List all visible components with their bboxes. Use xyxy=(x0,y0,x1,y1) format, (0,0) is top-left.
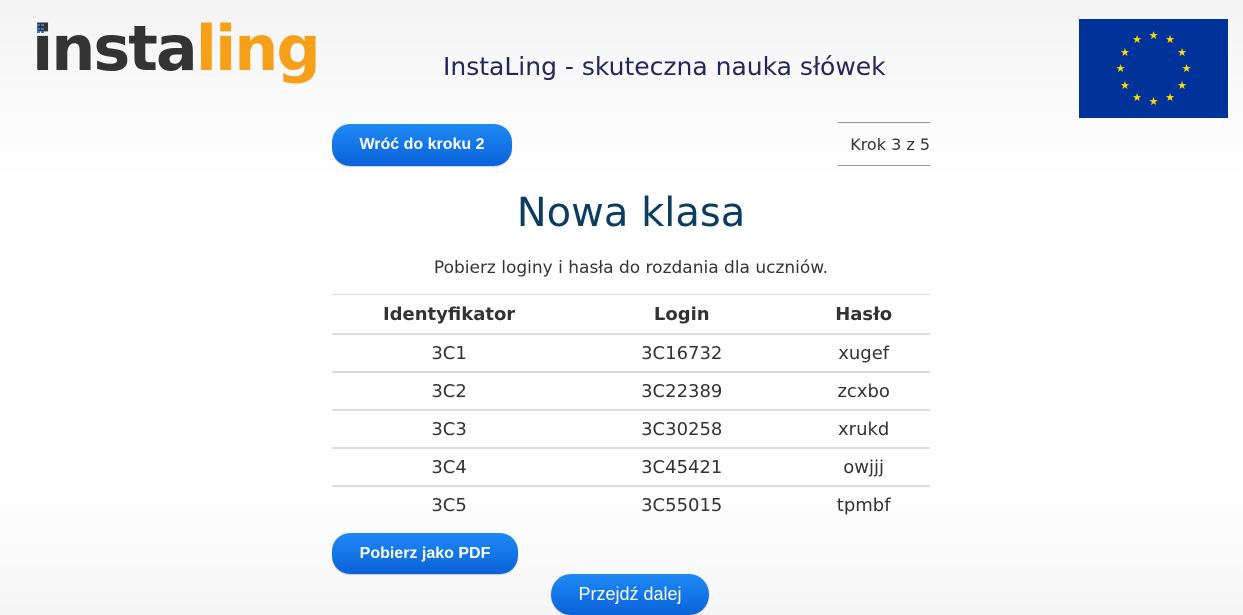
eu-star-icon: ★ xyxy=(1165,90,1175,104)
logo-text-ling: ling xyxy=(195,12,321,85)
table-row: 3C1 3C16732 xugef xyxy=(332,334,930,373)
table-row: 3C5 3C55015 tpmbf xyxy=(332,486,930,523)
eu-star-icon: ★ xyxy=(1148,29,1159,42)
eu-star-icon: ★ xyxy=(1148,95,1159,108)
page-subtitle: Pobierz loginy i hasła do rozdania dla u… xyxy=(433,258,829,278)
tagline: InstaLing - skuteczna nauka słówek xyxy=(443,52,886,81)
eu-star-icon: ★ xyxy=(1177,45,1188,59)
cell-password: tpmbf xyxy=(836,494,891,516)
logo-dots-icon xyxy=(37,24,44,34)
step-indicator: Krok 3 z 5 xyxy=(838,122,930,166)
cell-identifier: 3C1 xyxy=(332,334,567,373)
eu-star-icon: ★ xyxy=(1115,62,1126,75)
cell-identifier: 3C2 xyxy=(332,372,567,411)
cell-identifier: 3C5 xyxy=(431,494,467,516)
eu-star-icon: ★ xyxy=(1132,90,1142,104)
column-header-login: Login xyxy=(566,294,798,335)
eu-star-icon: ★ xyxy=(1181,62,1192,75)
cell-login: 3C45421 xyxy=(566,448,798,487)
continue-button[interactable]: Przejdź dalej xyxy=(551,574,709,615)
cell-login: 3C16732 xyxy=(566,334,798,373)
table-row: 3C4 3C45421 owjjj xyxy=(332,448,930,487)
eu-flag-icon: ★ ★ ★ ★ ★ ★ ★ ★ ★ ★ ★ ★ xyxy=(1079,19,1228,118)
cell-password: xugef xyxy=(797,334,930,373)
logo[interactable]: instaling xyxy=(32,18,321,80)
table-row: 3C2 3C22389 zcxbo xyxy=(332,372,930,411)
back-to-step-2-button[interactable]: Wróć do kroku 2 xyxy=(332,124,512,166)
page-title: Nowa klasa xyxy=(516,190,746,236)
eu-star-icon: ★ xyxy=(1177,78,1188,92)
download-pdf-button[interactable]: Pobierz jako PDF xyxy=(332,533,518,574)
cell-password: xrukd xyxy=(797,410,930,449)
cell-password: zcxbo xyxy=(797,372,930,411)
eu-star-icon: ★ xyxy=(1119,45,1130,59)
cell-login: 3C30258 xyxy=(566,410,798,449)
cell-identifier: 3C3 xyxy=(332,410,567,449)
table-header-row: Identyfikator Login Hasło xyxy=(332,294,930,335)
cell-login: 3C55015 xyxy=(641,494,723,516)
credentials-table: Identyfikator Login Hasło 3C1 3C16732 xu… xyxy=(332,294,930,523)
eu-star-icon: ★ xyxy=(1132,33,1142,47)
cell-identifier: 3C4 xyxy=(332,448,567,487)
cell-login: 3C22389 xyxy=(566,372,798,411)
table-row: 3C3 3C30258 xrukd xyxy=(332,410,930,449)
column-header-identifier: Identyfikator xyxy=(332,294,567,335)
eu-star-icon: ★ xyxy=(1165,33,1175,47)
column-header-password: Hasło xyxy=(797,294,930,335)
cell-password: owjjj xyxy=(797,448,930,487)
eu-star-icon: ★ xyxy=(1119,78,1130,92)
logo-text-insta: insta xyxy=(32,12,198,85)
